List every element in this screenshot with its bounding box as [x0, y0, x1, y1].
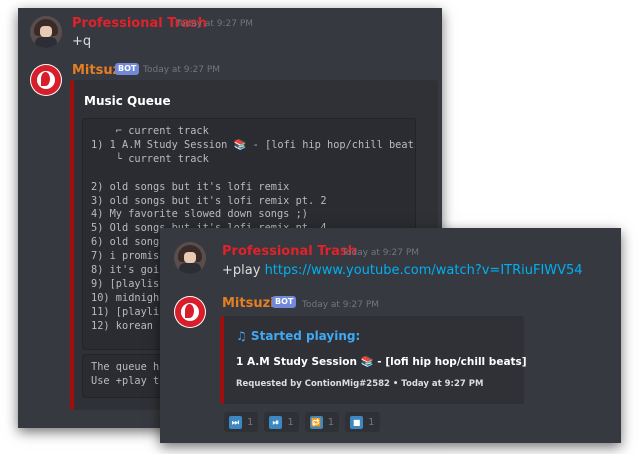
queue-line: 3) old songs but it's lofi remix pt. 2	[91, 194, 327, 207]
reaction-count: 1	[327, 416, 335, 428]
queue-line: 4) My favorite slowed down songs ;)	[91, 208, 308, 221]
queue-line: 1) 1 A.M Study Session 📚 - [lofi hip hop…	[91, 138, 416, 151]
now-playing-embed: ♫ Started playing: 1 A.M Study Session 📚…	[220, 316, 527, 404]
play-pause-icon: ⏯	[269, 415, 283, 429]
timestamp: Today at 9:27 PM	[342, 248, 420, 258]
reaction-count: 1	[287, 416, 294, 428]
bot-avatar[interactable]	[30, 64, 62, 96]
message-text: +q	[72, 34, 92, 49]
username[interactable]: Professional Trash	[222, 244, 357, 259]
queue-line: └ current track	[91, 152, 209, 165]
reaction-bar: ⏭ 1 ⏯ 1 🔁 1 ■ 1	[224, 412, 380, 432]
timestamp: Today at 9:27 PM	[176, 19, 254, 29]
youtube-link[interactable]: https://www.youtube.com/watch?v=ITRiuFIW…	[265, 263, 583, 278]
stop-icon: ■	[350, 415, 364, 429]
user-avatar[interactable]	[30, 16, 62, 48]
queue-line	[91, 167, 407, 181]
chat-panel-play: Professional Trash Today at 9:27 PM +pla…	[160, 228, 621, 443]
bot-badge: BOT	[272, 296, 297, 308]
user-avatar[interactable]	[174, 242, 206, 274]
command-text: +play	[222, 263, 261, 278]
queue-line: 2) old songs but it's lofi remix	[91, 180, 290, 193]
bot-username[interactable]: Mitsuzi	[222, 296, 275, 311]
queue-line: ⌐ current track	[91, 125, 209, 137]
bot-avatar[interactable]	[174, 296, 206, 328]
message-text: +play https://www.youtube.com/watch?v=IT…	[222, 263, 583, 278]
reaction-repeat[interactable]: 🔁 1	[304, 412, 340, 432]
timestamp: Today at 9:27 PM	[302, 300, 380, 310]
embed-footer: Requested by ContionMig#2582 • Today at …	[236, 379, 484, 389]
skip-icon: ⏭	[229, 415, 242, 429]
timestamp: Today at 9:27 PM	[143, 65, 221, 75]
reaction-play-pause[interactable]: ⏯ 1	[264, 412, 299, 432]
track-title[interactable]: 1 A.M Study Session 📚 - [lofi hip hop/ch…	[236, 355, 527, 368]
reaction-count: 1	[247, 416, 254, 428]
embed-title: Music Queue	[84, 94, 171, 108]
reaction-count: 1	[368, 416, 375, 428]
repeat-icon: 🔁	[309, 415, 323, 429]
bot-badge: BOT	[115, 63, 140, 75]
embed-title: ♫ Started playing:	[236, 329, 361, 343]
reaction-skip[interactable]: ⏭ 1	[224, 412, 259, 432]
reaction-stop[interactable]: ■ 1	[345, 412, 380, 432]
